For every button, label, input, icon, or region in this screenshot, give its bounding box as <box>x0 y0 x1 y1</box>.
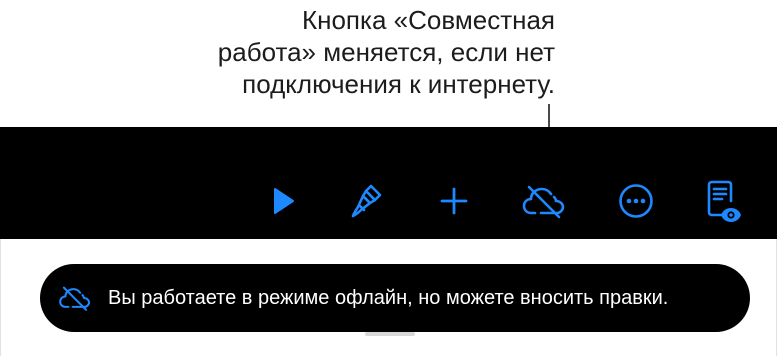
callout-text: Кнопка «Совместная работа» меняется, есл… <box>135 4 555 100</box>
ellipsis-circle-icon <box>619 184 653 218</box>
callout-line-3: подключения к интернету. <box>242 69 555 99</box>
toast-shadow <box>365 332 415 336</box>
paintbrush-icon <box>351 184 382 218</box>
cloud-slash-icon <box>58 282 92 314</box>
format-button[interactable] <box>343 177 391 225</box>
document-eye-icon <box>707 180 741 222</box>
play-button[interactable] <box>258 177 306 225</box>
offline-toast: Вы работаете в режиме офлайн, но можете … <box>40 264 750 332</box>
plus-icon <box>440 187 468 215</box>
insert-button[interactable] <box>430 177 478 225</box>
callout-line-2: работа» меняется, если нет <box>217 37 555 67</box>
toast-message: Вы работаете в режиме офлайн, но можете … <box>108 287 669 309</box>
toolbar <box>0 127 777 239</box>
cloud-slash-icon <box>522 185 565 219</box>
collaboration-button[interactable] <box>520 177 568 225</box>
more-button[interactable] <box>612 177 660 225</box>
play-icon <box>274 188 294 214</box>
presenter-notes-button[interactable] <box>699 177 747 225</box>
callout-line-1: Кнопка «Совместная <box>301 5 555 35</box>
